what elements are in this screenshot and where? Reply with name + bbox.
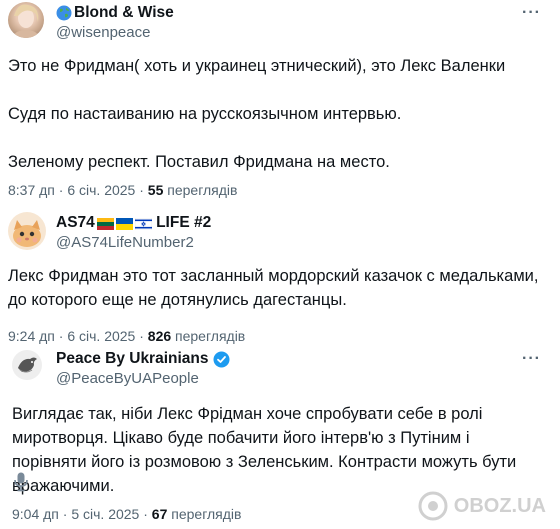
tweet-text: Виглядає так, ніби Лекс Фрідман хоче спр… [12,405,521,495]
ukraine-flag-icon [115,217,133,230]
author-handle[interactable]: @AS74LifeNumber2 [56,234,194,251]
watermark: OBOZ.UA [418,491,546,521]
dove-avatar-icon [18,357,37,373]
views-count: 55 [147,182,164,198]
avatar[interactable] [8,2,44,38]
watermark-logo-icon [418,491,448,521]
avatar[interactable] [8,212,46,250]
tweet-2: AS74 LIFE #2 @AS74LifeNumber2 Лекс Фридм… [0,210,560,350]
tweet-meta: 8:37 дп · 6 січ. 2025 · 55 переглядів [8,182,237,198]
author-name[interactable]: Peace By Ukrainians [56,350,230,368]
microphone-icon[interactable] [14,472,28,492]
tweet-1: Blond & Wise @wisenpeace ··· Это не Фрид… [0,0,560,200]
tweet-meta: 9:04 дп · 5 січ. 2025 · 67 переглядів [12,506,241,522]
views-count: 67 [151,506,168,522]
views-label: переглядів [171,328,246,344]
views-count: 826 [147,328,172,344]
tweet-meta: 9:24 дп · 6 січ. 2025 · 826 переглядів [8,328,245,344]
more-icon[interactable]: ··· [522,4,541,22]
timestamp[interactable]: 8:37 дп · 6 січ. 2025 · [8,182,148,198]
cat-avatar-icon [13,220,41,247]
globe-icon [56,5,72,21]
views-label: переглядів [167,506,242,522]
lithuania-flag-icon [96,217,114,230]
avatar[interactable] [12,350,42,380]
author-handle[interactable]: @PeaceByUAPeople [56,370,199,387]
avatar-portrait-icon [14,4,39,38]
author-handle[interactable]: @wisenpeace [56,24,150,41]
timestamp[interactable]: 9:24 дп · 6 січ. 2025 · [8,328,148,344]
views-label: переглядів [163,182,238,198]
israel-flag-icon [134,217,153,231]
author-name[interactable]: Blond & Wise [56,4,174,22]
author-name[interactable]: AS74 LIFE #2 [56,214,211,232]
timestamp[interactable]: 9:04 дп · 5 січ. 2025 · [12,506,152,522]
verified-badge-icon [213,351,230,368]
more-icon[interactable]: ··· [522,350,541,368]
tweet-text: Лекс Фридман это тот засланный мордорски… [8,267,544,309]
tweet-text: Это не Фридман( хоть и украинец этническ… [8,57,506,171]
